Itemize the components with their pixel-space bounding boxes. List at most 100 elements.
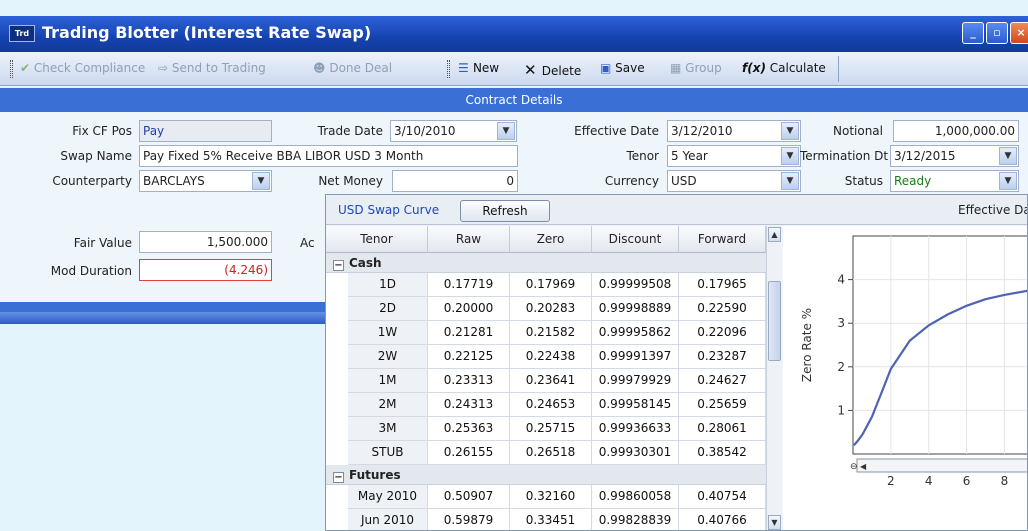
table-row[interactable]: 1D 0.17719 0.17969 0.99999508 0.17965: [326, 273, 766, 297]
column-header-zero[interactable]: Zero: [510, 226, 592, 253]
zero-curve-chart: 1 2 3 4 2 4 6 8 ◀ ⊖ Zero Rate %: [783, 226, 1028, 530]
zoom-icon[interactable]: ⊖: [850, 462, 858, 472]
column-header-raw[interactable]: Raw: [428, 226, 510, 253]
cell-raw: 0.23313: [428, 369, 510, 393]
chevron-down-icon[interactable]: ▼: [252, 172, 270, 190]
notional-field[interactable]: 1,000,000.00: [893, 120, 1019, 142]
check-compliance-button[interactable]: ✔ Check Compliance: [20, 61, 145, 75]
cell-forward: 0.25659: [679, 393, 766, 417]
send-to-trading-button[interactable]: ⇨ Send to Trading: [158, 61, 266, 75]
x-tick-label: 8: [1001, 474, 1009, 488]
cell-raw: 0.21281: [428, 321, 510, 345]
trade-date-picker[interactable]: 3/10/2010 ▼: [390, 120, 517, 142]
table-row[interactable]: 2W 0.22125 0.22438 0.99991397 0.23287: [326, 345, 766, 369]
effective-date-picker[interactable]: 3/12/2010 ▼: [667, 120, 801, 142]
table-row[interactable]: 2D 0.20000 0.20283 0.99998889 0.22590: [326, 297, 766, 321]
table-row[interactable]: 3M 0.25363 0.25715 0.99936633 0.28061: [326, 417, 766, 441]
cell-discount: 0.99991397: [592, 345, 679, 369]
mod-duration-field[interactable]: (4.246): [139, 259, 272, 281]
chevron-down-icon[interactable]: ▼: [497, 122, 515, 140]
send-icon: ⇨: [158, 61, 172, 75]
chevron-down-icon[interactable]: ▼: [999, 147, 1017, 165]
net-money-label: Net Money: [318, 174, 383, 188]
toolbar-grip[interactable]: [10, 60, 13, 78]
maximize-icon[interactable]: ▫: [986, 22, 1008, 44]
cell-forward: 0.24627: [679, 369, 766, 393]
table-row[interactable]: 2M 0.24313 0.24653 0.99958145 0.25659: [326, 393, 766, 417]
group-label: Futures: [349, 468, 401, 482]
fix-cf-pos-field[interactable]: Pay: [139, 120, 272, 142]
new-button[interactable]: ☰ New: [458, 61, 499, 75]
new-list-icon: ☰: [458, 61, 473, 75]
table-row[interactable]: 1M 0.23313 0.23641 0.99979929 0.24627: [326, 369, 766, 393]
cell-discount: 0.99995862: [592, 321, 679, 345]
termination-date-picker[interactable]: 3/12/2015 ▼: [890, 145, 1019, 167]
chart-horizontal-scrollbar[interactable]: [856, 458, 1028, 473]
tenor-select[interactable]: 5 Year ▼: [667, 145, 801, 167]
group-button[interactable]: ▦ Group: [670, 61, 722, 75]
grid-vertical-scrollbar[interactable]: ▲ ▼: [766, 226, 781, 530]
collapse-icon[interactable]: −: [333, 260, 344, 271]
net-money-field[interactable]: 0: [392, 170, 518, 192]
cell-raw: 0.50907: [428, 485, 510, 509]
curve-title: USD Swap Curve: [338, 203, 440, 217]
collapse-icon[interactable]: −: [333, 472, 344, 483]
save-button[interactable]: ▣ Save: [600, 61, 645, 75]
column-header-tenor[interactable]: Tenor: [326, 226, 428, 253]
cell-zero: 0.26518: [510, 441, 592, 465]
mod-duration-label: Mod Duration: [50, 264, 132, 278]
table-row[interactable]: May 2010 0.50907 0.32160 0.99860058 0.40754: [326, 485, 766, 509]
cell-zero: 0.32160: [510, 485, 592, 509]
window-title: Trading Blotter (Interest Rate Swap): [42, 23, 372, 42]
currency-select[interactable]: USD ▼: [667, 170, 801, 192]
column-header-forward[interactable]: Forward: [679, 226, 766, 253]
cell-raw: 0.17719: [428, 273, 510, 297]
cell-forward: 0.40766: [679, 509, 766, 530]
toolbar-separator: [447, 60, 450, 78]
scroll-left-icon[interactable]: ◀: [860, 462, 867, 471]
cell-forward: 0.22590: [679, 297, 766, 321]
cell-forward: 0.22096: [679, 321, 766, 345]
column-header-discount[interactable]: Discount: [592, 226, 679, 253]
termination-date-label: Termination Dt: [800, 149, 889, 163]
delete-button[interactable]: ✕ Delete: [524, 61, 581, 79]
minimize-icon[interactable]: _: [962, 22, 984, 44]
scroll-down-icon[interactable]: ▼: [768, 515, 781, 530]
chevron-down-icon[interactable]: ▼: [781, 122, 799, 140]
y-axis-label: Zero Rate %: [800, 308, 814, 382]
group-row-futures[interactable]: − Futures: [326, 465, 766, 485]
scroll-thumb[interactable]: [768, 281, 781, 361]
table-row[interactable]: 1W 0.21281 0.21582 0.99995862 0.22096: [326, 321, 766, 345]
toolbar-end: [838, 56, 839, 82]
y-tick-label: 4: [837, 273, 845, 287]
y-tick-label: 2: [837, 360, 845, 374]
swap-name-field[interactable]: Pay Fixed 5% Receive BBA LIBOR USD 3 Mon…: [139, 145, 518, 167]
cell-tenor: 2W: [348, 345, 428, 369]
fair-value-field[interactable]: 1,500.000: [139, 231, 272, 253]
group-icon: ▦: [670, 61, 686, 75]
tenor-label: Tenor: [626, 149, 659, 163]
cell-zero: 0.33451: [510, 509, 592, 530]
cell-discount: 0.99979929: [592, 369, 679, 393]
group-row-cash[interactable]: − Cash: [326, 253, 766, 273]
done-deal-button[interactable]: ☻ Done Deal: [313, 61, 392, 75]
table-row[interactable]: STUB 0.26155 0.26518 0.99930301 0.38542: [326, 441, 766, 465]
cell-zero: 0.17969: [510, 273, 592, 297]
counterparty-select[interactable]: BARCLAYS ▼: [139, 170, 272, 192]
chevron-down-icon[interactable]: ▼: [781, 172, 799, 190]
chevron-down-icon[interactable]: ▼: [781, 147, 799, 165]
scroll-up-icon[interactable]: ▲: [768, 227, 781, 242]
cell-zero: 0.23641: [510, 369, 592, 393]
y-tick-label: 1: [837, 403, 845, 417]
calculate-button[interactable]: f(x) Calculate: [742, 61, 826, 75]
lower-section-header: [0, 312, 340, 324]
close-icon[interactable]: ×: [1010, 22, 1028, 44]
cell-tenor: 1M: [348, 369, 428, 393]
status-select[interactable]: Ready ▼: [890, 170, 1019, 192]
table-row[interactable]: Jun 2010 0.59879 0.33451 0.99828839 0.40766: [326, 509, 766, 530]
chevron-down-icon[interactable]: ▼: [999, 172, 1017, 190]
refresh-button[interactable]: Refresh: [460, 200, 550, 222]
effective-date-label: Effective Date: [574, 124, 659, 138]
cell-discount: 0.99936633: [592, 417, 679, 441]
title-bar[interactable]: Trd Trading Blotter (Interest Rate Swap): [0, 16, 1028, 52]
